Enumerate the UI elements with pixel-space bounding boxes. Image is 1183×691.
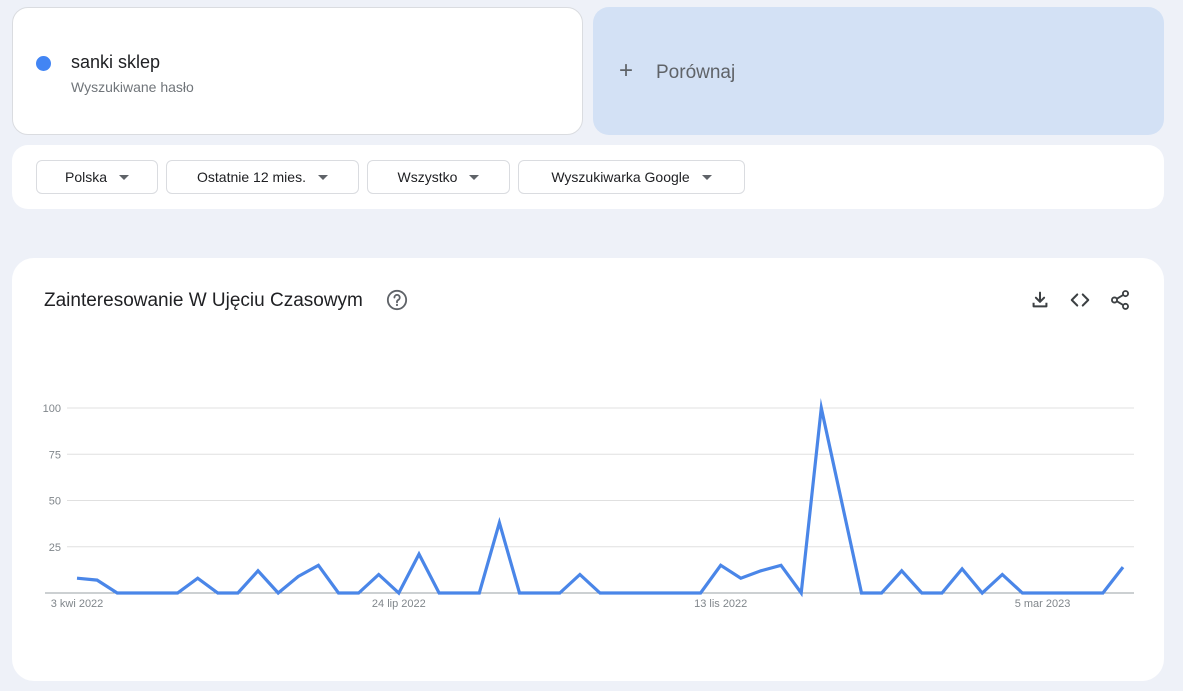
term-color-dot [36,56,51,71]
caret-down-icon [317,174,328,180]
search-term-card[interactable]: sanki sklep Wyszukiwane hasło [12,7,583,135]
search-term[interactable]: sanki sklep [71,52,160,73]
search-type-filter-label: Wyszukiwarka Google [551,169,690,185]
time-range-filter-label: Ostatnie 12 mies. [197,169,306,185]
interest-line-chart: 100 75 50 25 3 kwi 2022 24 lip 2022 13 lis 202… [43,398,1134,610]
interest-over-time-card: Zainteresowanie W Ujęciu Czasowym 100 75 5… [12,258,1164,681]
region-filter-label: Polska [64,169,108,185]
caret-down-icon [119,174,130,180]
category-filter-label: Wszystko [397,169,458,185]
search-type-filter-dropdown[interactable]: Wyszukiwarka Google [518,160,745,194]
caret-down-icon [701,174,712,180]
compare-button[interactable]: + Porównaj [593,7,1164,135]
compare-label: Porównaj [656,62,736,83]
caret-down-icon [469,174,480,180]
y-tick-label: 50 [49,496,61,508]
filter-bar: Polska Ostatnie 12 mies. Wszystko Wyszuk… [12,145,1164,209]
x-tick-label: 24 lip 2022 [372,598,426,610]
search-term-subtitle: Wyszukiwane hasło [71,79,194,95]
y-tick-label: 75 [49,449,61,461]
category-filter-dropdown[interactable]: Wszystko [367,160,510,194]
y-tick-label: 100 [43,403,61,415]
x-tick-label: 13 lis 2022 [694,598,747,610]
y-tick-label: 25 [49,542,61,554]
time-range-filter-dropdown[interactable]: Ostatnie 12 mies. [166,160,359,194]
x-tick-label: 3 kwi 2022 [51,598,104,610]
x-tick-label: 5 mar 2023 [1015,598,1071,610]
plus-icon: + [619,57,634,84]
region-filter-dropdown[interactable]: Polska [36,160,158,194]
